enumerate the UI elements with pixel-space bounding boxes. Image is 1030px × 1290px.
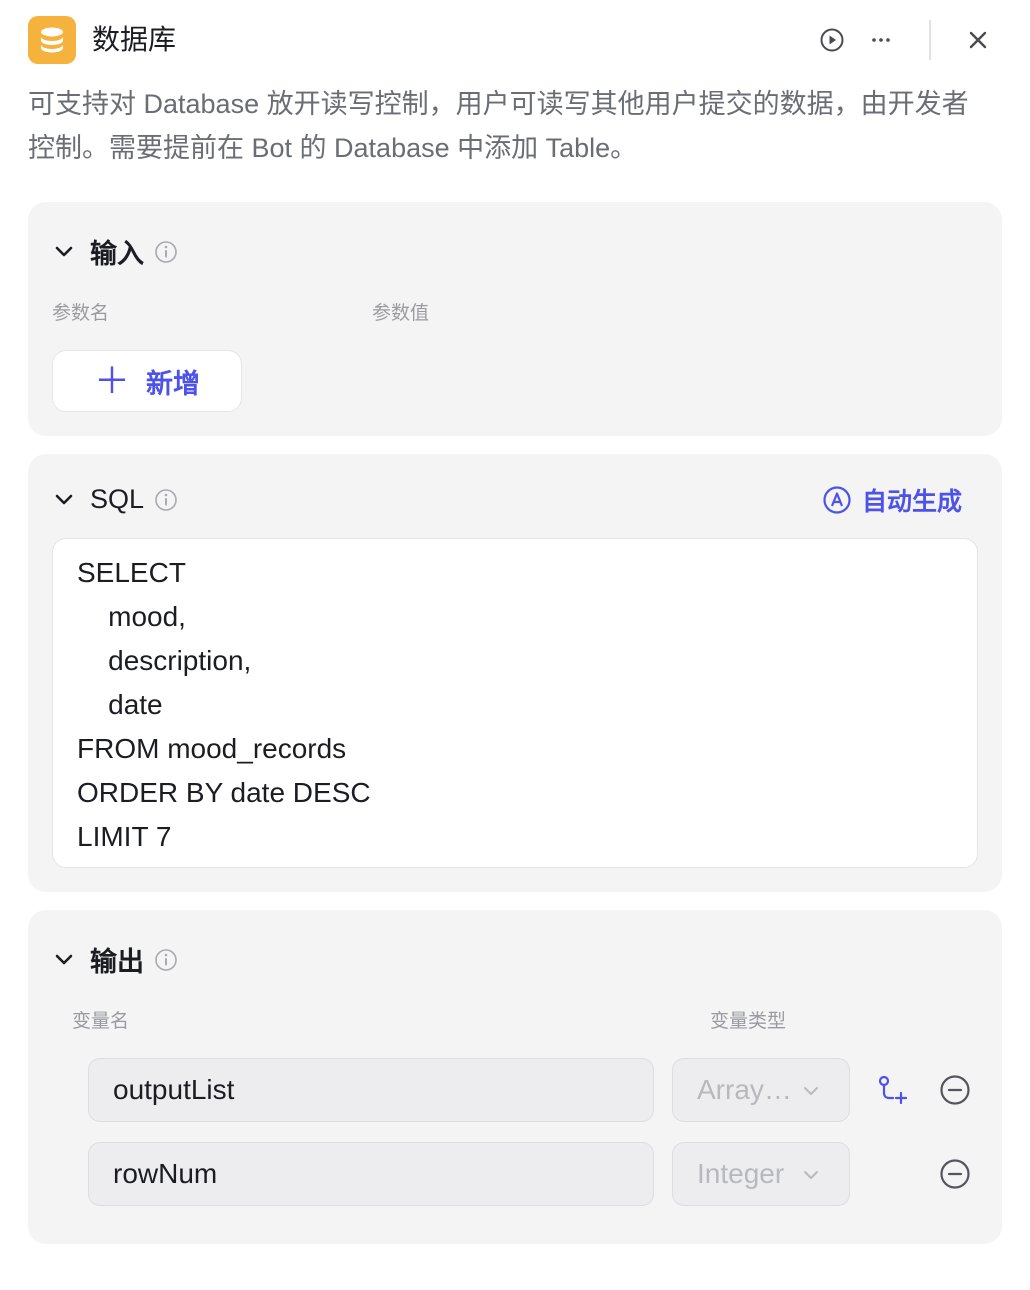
chevron-down-icon (804, 1087, 818, 1095)
sql-line: SELECT (77, 557, 186, 588)
chevron-down-icon[interactable] (52, 240, 76, 264)
remove-icon[interactable] (937, 1156, 973, 1192)
sql-line: description, (77, 645, 252, 676)
var-name-input[interactable]: outputList (88, 1058, 654, 1122)
sql-section-header: SQL (52, 484, 178, 515)
auto-generate-button[interactable]: 自动生成 (822, 482, 962, 518)
remove-icon[interactable] (937, 1072, 973, 1108)
chevron-down-icon[interactable] (52, 488, 76, 512)
more-icon[interactable] (865, 24, 897, 56)
var-type-select[interactable]: Array… (672, 1058, 850, 1122)
var-name-header: 变量名 (72, 1011, 130, 1032)
chevron-down-icon[interactable] (52, 948, 76, 972)
play-circle-icon[interactable] (816, 24, 848, 56)
database-icon (28, 16, 76, 64)
node-description: 可支持对 Database 放开读写控制，用户可读写其他用户提交的数据，由开发者… (28, 89, 969, 163)
header: 数据库 (28, 16, 1002, 66)
sql-title: SQL (90, 484, 145, 514)
plus-icon: ＋ (93, 360, 130, 401)
sql-line: date (77, 689, 163, 720)
add-param-label: 新增 (146, 368, 200, 399)
output-title: 输出 (90, 947, 144, 977)
info-icon[interactable] (154, 488, 178, 512)
sql-editor[interactable]: SELECT mood, description, date FROM mood… (52, 538, 978, 868)
chevron-down-icon (804, 1171, 818, 1179)
auto-generate-label: 自动生成 (861, 488, 962, 516)
input-panel: 输入 参数名 参数值 ＋ 新增 (28, 202, 1002, 436)
sql-line: FROM mood_records (77, 733, 347, 764)
add-param-button[interactable]: ＋ 新增 (52, 350, 242, 412)
var-name-input[interactable]: rowNum (88, 1142, 654, 1206)
header-divider (929, 20, 931, 60)
close-icon[interactable] (962, 24, 994, 56)
input-title: 输入 (90, 239, 144, 269)
param-value-header: 参数值 (372, 303, 430, 324)
var-type-value: Array… (697, 1074, 792, 1105)
var-type-select[interactable]: Integer (672, 1142, 850, 1206)
sql-line: ORDER BY date DESC (77, 777, 371, 808)
var-type-header: 变量类型 (710, 1011, 787, 1032)
output-panel: 输出 变量名 变量类型 outputList Array… rowNum Int… (28, 910, 1002, 1244)
page-title: 数据库 (92, 24, 177, 55)
info-icon[interactable] (154, 240, 178, 264)
sql-line: LIMIT 7 (77, 821, 172, 852)
output-section-header: 输出 (52, 940, 178, 979)
input-section-header: 输入 (52, 232, 178, 271)
sql-line: mood, (77, 601, 186, 632)
add-child-icon[interactable] (874, 1072, 910, 1108)
sql-panel: SQL 自动生成 SELECT mood, description, date … (28, 454, 1002, 892)
var-type-value: Integer (697, 1158, 785, 1189)
param-name-header: 参数名 (52, 303, 110, 324)
info-icon[interactable] (154, 948, 178, 972)
ai-auto-icon (823, 486, 851, 514)
